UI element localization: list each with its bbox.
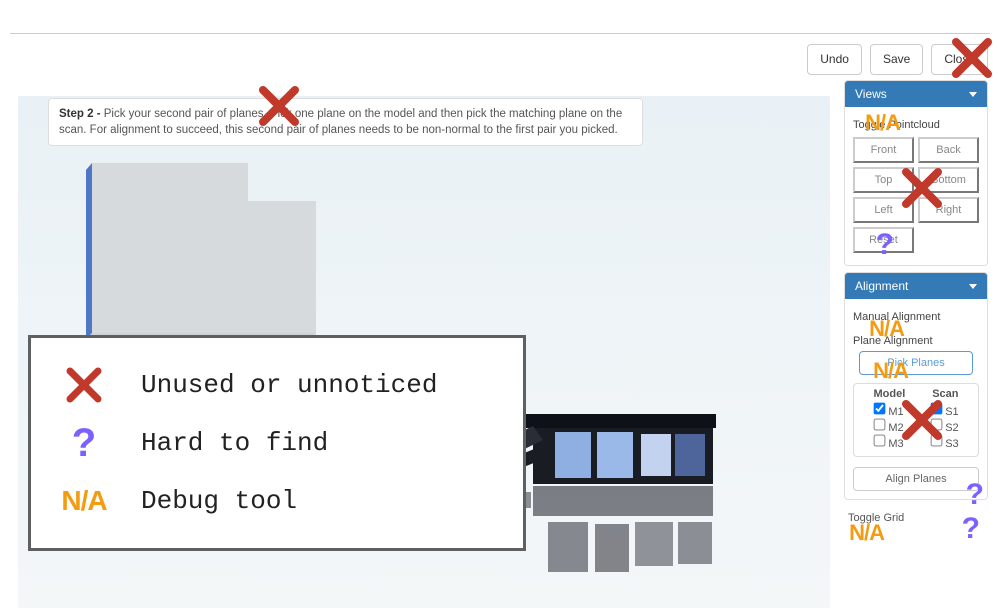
top-divider (10, 33, 990, 34)
manual-alignment-label: Manual Alignment (853, 311, 979, 323)
chevron-down-icon (969, 284, 977, 289)
undo-button[interactable]: Undo (807, 44, 862, 75)
m3-checkbox[interactable]: M3 (873, 434, 903, 450)
views-panel-header[interactable]: Views (845, 81, 987, 107)
alignment-panel-header[interactable]: Alignment (845, 273, 987, 299)
question-icon: ? (55, 421, 113, 466)
pick-planes-button[interactable]: Pick Planes (859, 351, 973, 375)
toggle-grid-label[interactable]: Toggle Grid (844, 506, 988, 528)
toggle-pointcloud-label[interactable]: Toggle Pointcloud (853, 119, 979, 131)
top-toolbar: Undo Save Close (807, 44, 988, 75)
instruction-step: Step 2 - (59, 108, 101, 120)
view-bottom-button[interactable]: Bottom (918, 167, 979, 193)
s2-checkbox[interactable]: S2 (930, 418, 958, 434)
s3-checkbox[interactable]: S3 (930, 434, 958, 450)
alignment-panel: Alignment Manual Alignment Plane Alignme… (844, 272, 988, 500)
views-panel-title: Views (855, 87, 887, 101)
view-reset-button[interactable]: Reset (853, 227, 914, 253)
view-right-button[interactable]: Right (918, 197, 979, 223)
view-front-button[interactable]: Front (853, 137, 914, 163)
annotation-legend: Unused or unnoticed ? Hard to find N/A D… (28, 335, 526, 551)
instruction-text: Pick your second pair of planes. Pick on… (59, 108, 622, 136)
view-top-button[interactable]: Top (853, 167, 914, 193)
m2-checkbox[interactable]: M2 (873, 418, 903, 434)
instruction-callout: Step 2 - Pick your second pair of planes… (48, 98, 643, 146)
sidebar: Views Toggle Pointcloud Front Back Top B… (844, 80, 988, 528)
na-icon: N/A (55, 485, 113, 517)
align-planes-button[interactable]: Align Planes (853, 467, 979, 491)
scan-header: Scan (932, 388, 958, 400)
save-button[interactable]: Save (870, 44, 923, 75)
alignment-panel-title: Alignment (855, 279, 908, 293)
x-icon (55, 365, 113, 405)
m1-checkbox[interactable]: M1 (873, 402, 903, 418)
model-header: Model (873, 388, 905, 400)
plane-alignment-label: Plane Alignment (853, 335, 979, 347)
view-left-button[interactable]: Left (853, 197, 914, 223)
chevron-down-icon (969, 92, 977, 97)
legend-unused-text: Unused or unnoticed (141, 370, 437, 400)
close-button[interactable]: Close (931, 44, 988, 75)
legend-hard-text: Hard to find (141, 428, 328, 458)
legend-debug-text: Debug tool (141, 486, 297, 516)
model-scan-selector: Model Scan M1 S1 M2 S2 M3 S3 (853, 383, 979, 457)
views-panel: Views Toggle Pointcloud Front Back Top B… (844, 80, 988, 266)
view-back-button[interactable]: Back (918, 137, 979, 163)
s1-checkbox[interactable]: S1 (930, 402, 958, 418)
